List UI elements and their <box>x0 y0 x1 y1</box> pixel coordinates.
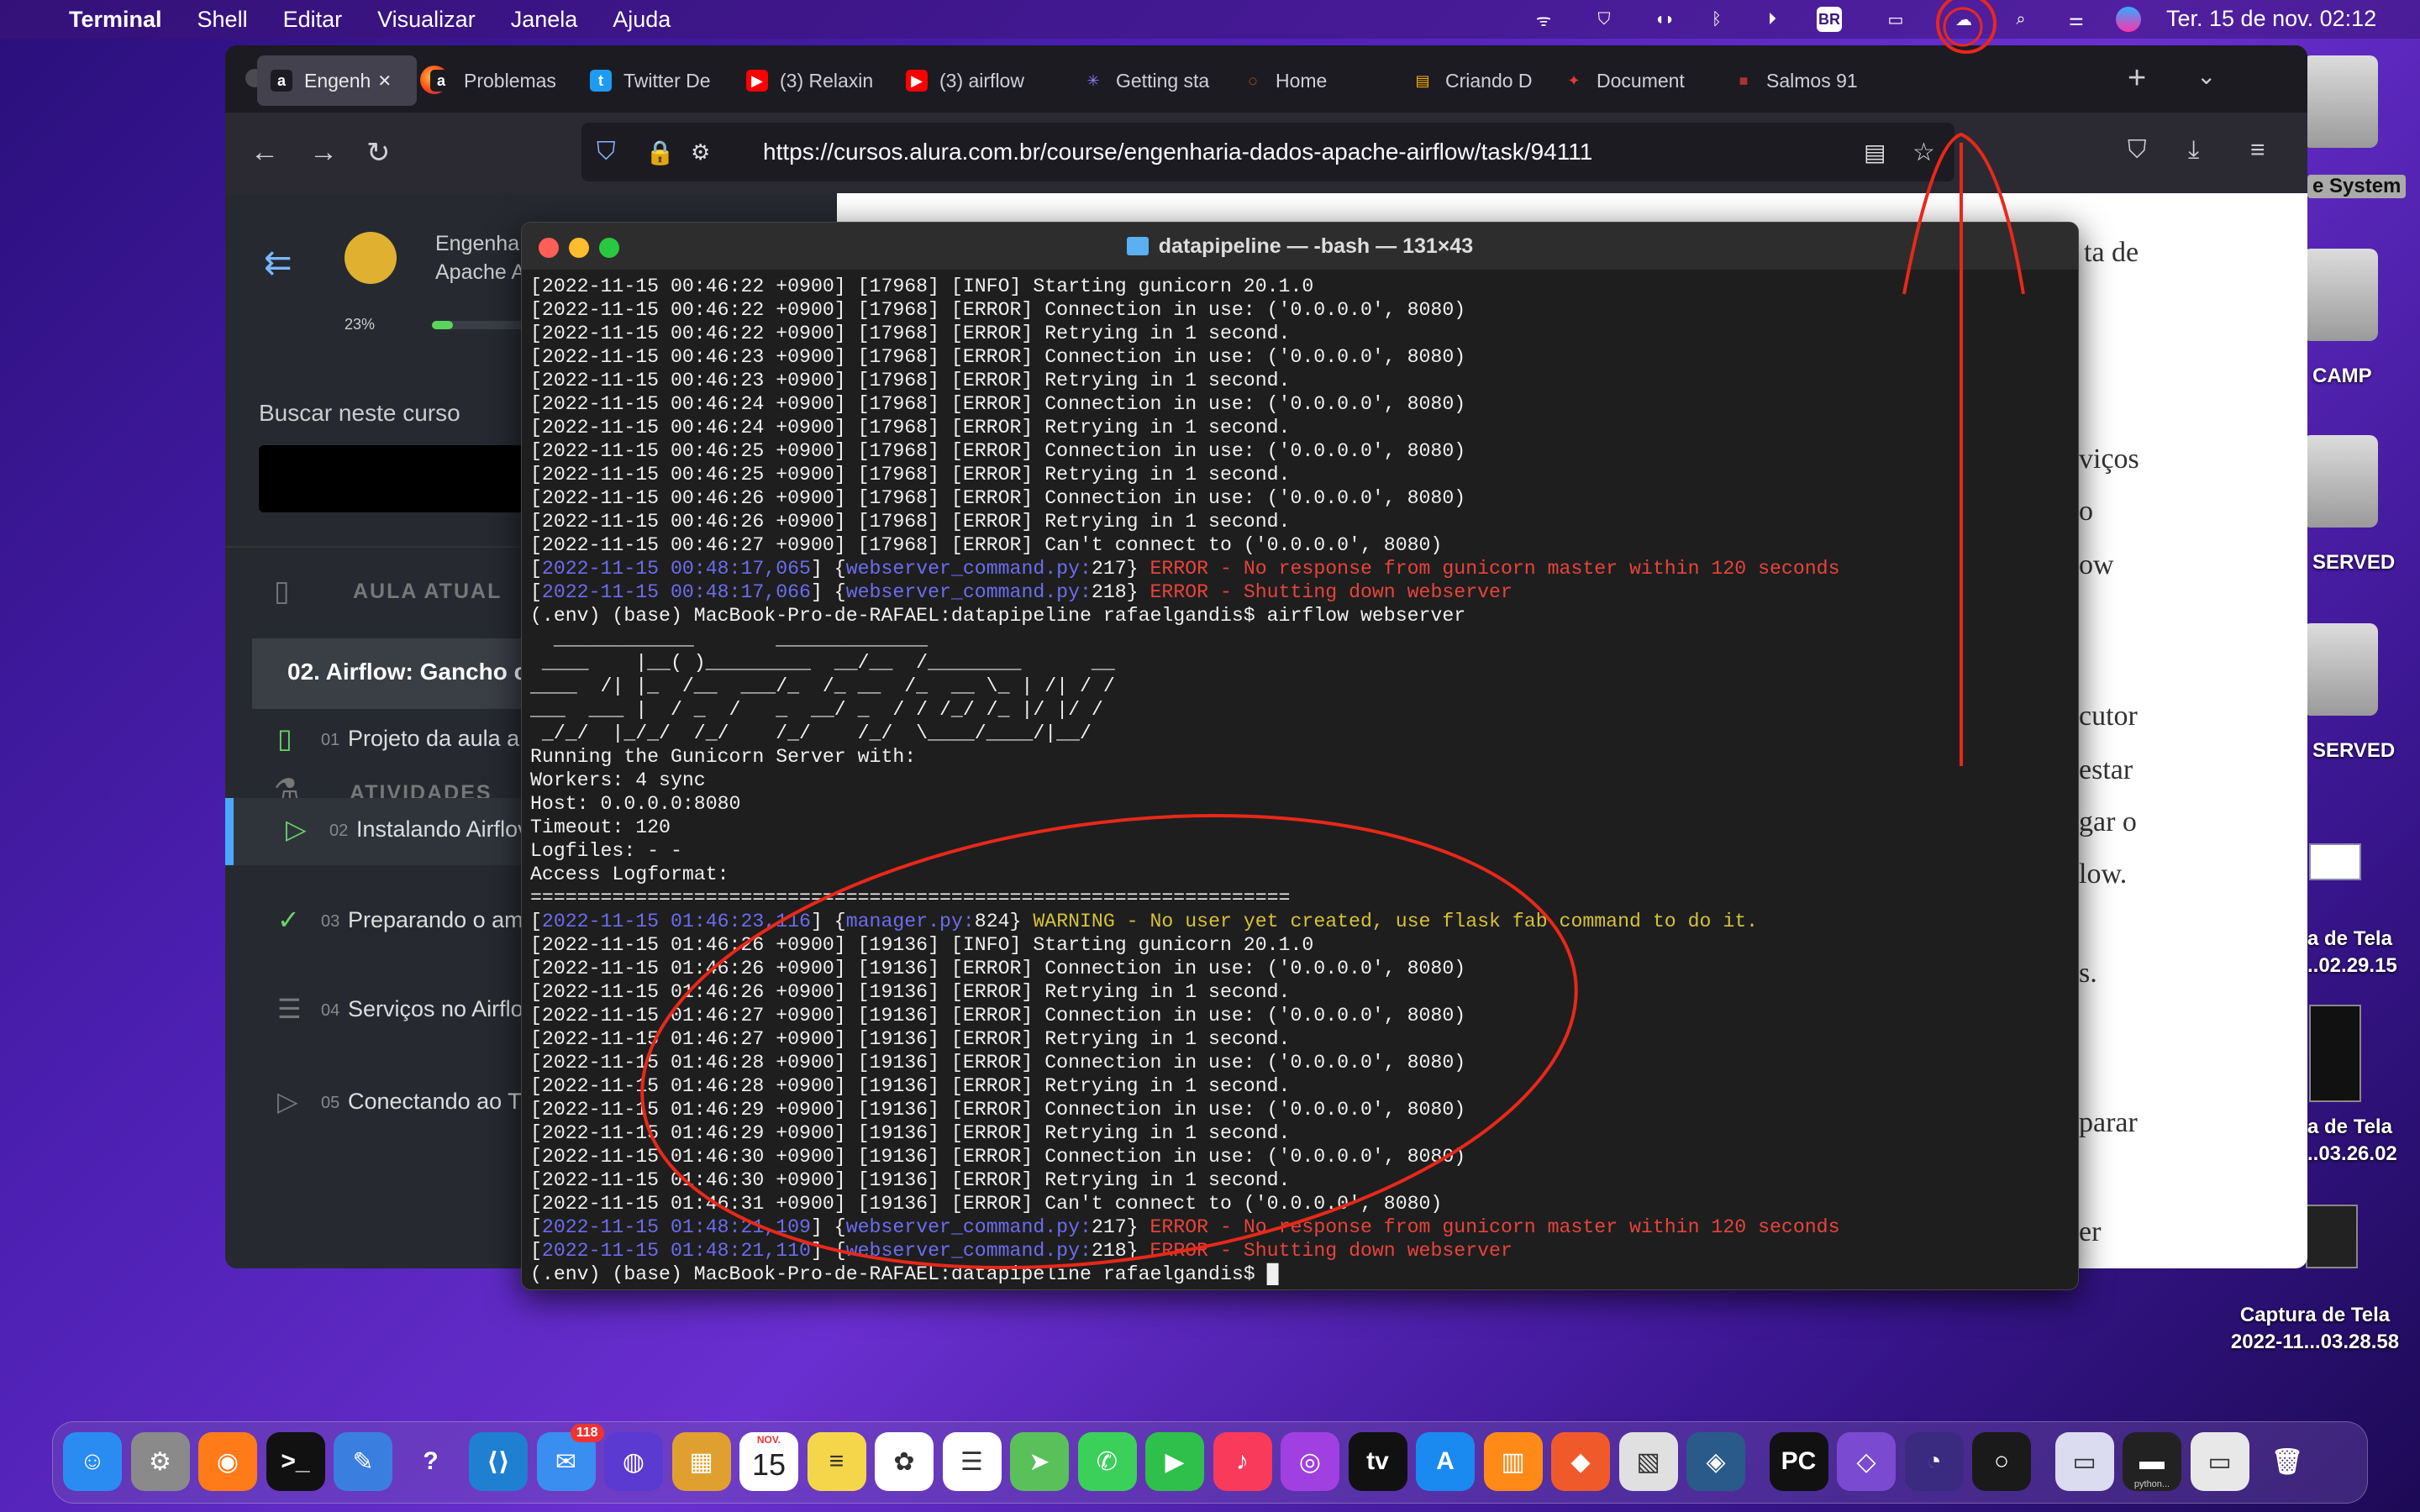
screenshot-2-icon[interactable]: ▬ python... <box>2123 1432 2181 1491</box>
dock-glyph: ◉ <box>216 1447 239 1476</box>
dock-glyph: A <box>1436 1447 1455 1475</box>
dock-glyph: ✆ <box>1096 1447 1118 1476</box>
dock-glyph: ≡ <box>829 1447 844 1475</box>
dock-glyph: ⚙ <box>149 1447 171 1476</box>
dock-glyph: ◆ <box>1570 1447 1591 1476</box>
preview-icon[interactable]: ▧ <box>1618 1432 1678 1491</box>
screenshot-3-icon[interactable]: ▭ <box>2190 1432 2249 1491</box>
finder-icon[interactable]: ☺ <box>63 1432 122 1491</box>
annotation-ellipse <box>640 813 1578 1270</box>
annotation-arrowhead <box>1902 132 2025 295</box>
dock-glyph: 🗑 <box>2270 1447 2304 1476</box>
dock-glyph: ◔ <box>1926 1447 1942 1475</box>
books-icon[interactable]: ▥ <box>1483 1432 1543 1491</box>
dock-glyph: ⟨⟩ <box>487 1447 510 1476</box>
dock-glyph: >_ <box>281 1447 310 1475</box>
dock-item-label: python... <box>2133 1479 2170 1489</box>
dock-glyph: ▧ <box>1636 1447 1660 1476</box>
pycharm-icon[interactable]: PC <box>1769 1432 1828 1491</box>
app-store-icon[interactable]: A <box>1416 1432 1475 1491</box>
notes-icon[interactable]: ≡ <box>807 1432 866 1491</box>
vscode-icon[interactable]: ⟨⟩ <box>469 1432 528 1491</box>
dock-glyph: ◎ <box>1298 1447 1322 1476</box>
activity-icon[interactable]: ○ <box>1972 1432 2031 1491</box>
dock-glyph: ✉ <box>555 1447 577 1476</box>
trash-icon[interactable]: 🗑 <box>2258 1432 2317 1491</box>
visual-studio-icon[interactable]: ◇ <box>1837 1432 1896 1491</box>
system-preferences-icon[interactable]: ⚙ <box>130 1432 190 1491</box>
terminal-icon[interactable]: >_ <box>266 1432 325 1491</box>
photos-icon[interactable]: ✿ <box>875 1432 934 1491</box>
calendar-day: 15 <box>751 1447 786 1482</box>
dock-glyph: ◍ <box>622 1447 645 1476</box>
podcast-app-icon[interactable]: ◔ <box>1904 1432 1964 1491</box>
xcode-instruments-icon[interactable]: ✎ <box>334 1432 392 1491</box>
annotation-circle <box>1943 7 1983 47</box>
maps-icon[interactable]: ➤ <box>1010 1432 1069 1491</box>
dock-glyph: ▬ <box>2139 1447 2165 1475</box>
calendar-month: NOV. <box>756 1434 781 1446</box>
firefox-icon[interactable]: ◉ <box>198 1432 257 1491</box>
dock-glyph: ▦ <box>689 1447 713 1476</box>
dock-glyph: ? <box>423 1447 439 1475</box>
dock-glyph: tv <box>1366 1447 1389 1475</box>
dock-glyph: ▶ <box>1165 1447 1185 1476</box>
messages-icon[interactable]: ✆ <box>1077 1432 1137 1491</box>
dock-glyph: ☺ <box>79 1447 106 1475</box>
annotation-overlay <box>640 0 2025 1270</box>
dock-glyph: ✎ <box>352 1447 374 1476</box>
launchpad-icon[interactable]: ▦ <box>671 1432 731 1491</box>
mail-badge: 118 <box>570 1424 604 1442</box>
dock-glyph: ➤ <box>1028 1447 1050 1476</box>
dock-glyph: ♪ <box>1236 1447 1249 1475</box>
facetime-icon[interactable]: ▶ <box>1145 1432 1204 1491</box>
dock-glyph: ◇ <box>1856 1447 1876 1476</box>
dock-glyph: ▭ <box>2207 1447 2232 1476</box>
podcasts-icon[interactable]: ◎ <box>1281 1432 1339 1491</box>
swift-playgrounds-icon[interactable]: ◆ <box>1551 1432 1610 1491</box>
mysql-workbench-icon[interactable]: ◈ <box>1686 1432 1745 1491</box>
calendar-icon[interactable]: NOV. 15 <box>739 1432 798 1491</box>
dock-glyph: ◈ <box>1706 1447 1726 1476</box>
music-icon[interactable]: ♪ <box>1213 1432 1272 1491</box>
reminders-icon[interactable]: ☰ <box>942 1432 1002 1491</box>
dock-glyph: PC <box>1781 1447 1817 1475</box>
dock-glyph: ▥ <box>1501 1447 1525 1476</box>
apple-tv-icon[interactable]: tv <box>1348 1432 1407 1491</box>
mail-icon[interactable]: ✉ 118 <box>536 1424 604 1491</box>
screenshot-1-icon[interactable]: ▭ <box>2054 1432 2114 1491</box>
dock-glyph: ▭ <box>2072 1447 2096 1476</box>
help-icon[interactable]: ? <box>402 1432 460 1491</box>
dock-glyph: ☰ <box>960 1447 983 1476</box>
siri-icon[interactable]: ◍ <box>604 1432 663 1491</box>
dock: ☺ ⚙ ◉ >_ ✎? ⟨⟩ ✉ 118 ◍ ▦ NOV. 15 ≡ ✿ ☰ ➤ ✆ ▶ ♪ ◎ tv A ▥ ◆ ▧ ◈ PC ◇ ◔… <box>52 1421 2368 1504</box>
dock-glyph: ○ <box>1993 1447 2010 1475</box>
dock-glyph: ✿ <box>893 1447 915 1476</box>
